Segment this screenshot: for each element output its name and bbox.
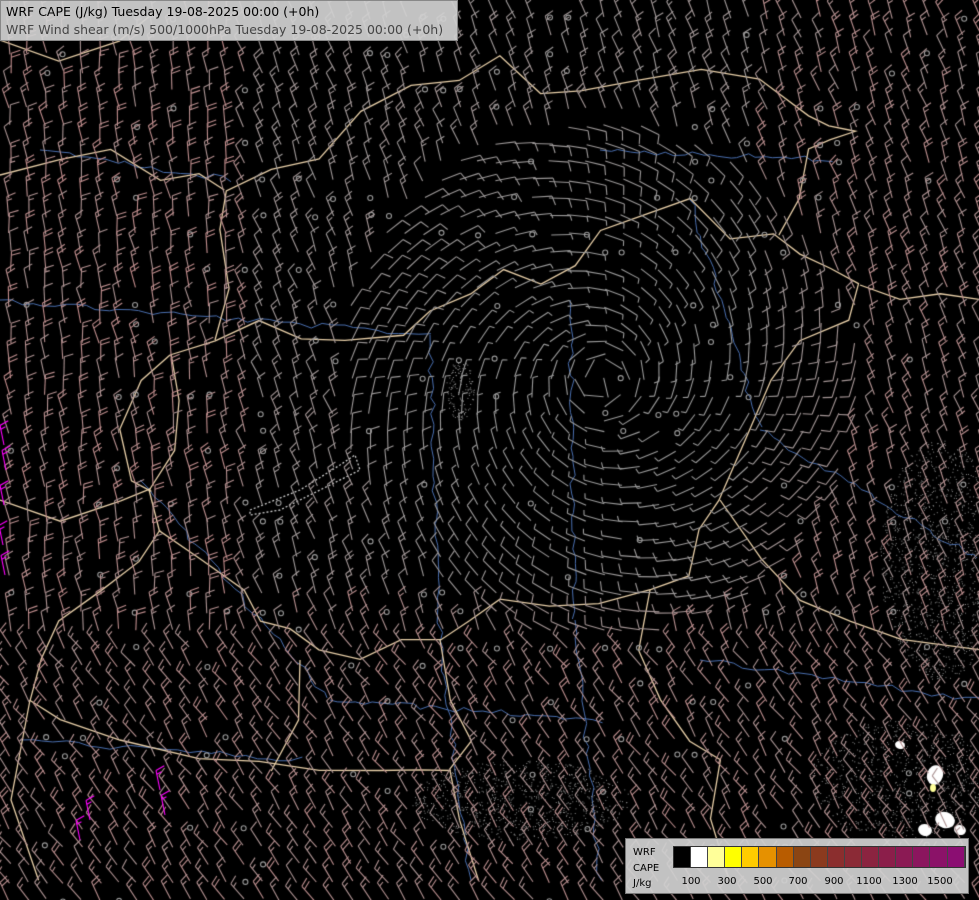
legend-tick: 700 [788,876,808,887]
legend-tick: 1500 [927,876,953,887]
legend-tick: 1100 [856,876,882,887]
legend-tick: 300 [717,876,737,887]
legend-swatch [742,847,760,867]
legend-tick-labels: 100 300 500 700 900 1100 1300 1500 [673,876,968,890]
legend-swatch [896,847,914,867]
legend-swatch [827,847,845,867]
legend-swatch [725,847,743,867]
legend-swatch [930,847,948,867]
legend-tick: 100 [681,876,701,887]
legend-label-3: J/kg [633,878,652,889]
title-wind-shear: WRF Wind shear (m/s) 500/1000hPa Tuesday… [6,22,444,37]
legend-swatch [862,847,880,867]
legend-swatch [879,847,897,867]
legend-swatch [691,847,709,867]
legend-tick: 1300 [892,876,918,887]
title-cape: WRF CAPE (J/kg) Tuesday 19-08-2025 00:00… [6,4,320,19]
legend-tick: 500 [753,876,773,887]
legend-color-scale [673,846,966,868]
legend-swatch [810,847,828,867]
legend-swatch [674,847,692,867]
title-box: WRF CAPE (J/kg) Tuesday 19-08-2025 00:00… [0,0,458,41]
legend-swatch [947,847,965,867]
legend-swatch [776,847,794,867]
legend-label-2: CAPE [633,863,660,874]
legend-swatch [844,847,863,867]
legend-swatch [913,847,931,867]
legend-tick: 900 [824,876,844,887]
legend-label-1: WRF [633,847,656,858]
legend-swatch [759,847,777,867]
legend-swatch [793,847,811,867]
legend-swatch [708,847,726,867]
cape-legend: WRF CAPE J/kg 100 300 500 700 900 1100 1300 150… [625,838,969,894]
map-canvas [0,0,979,900]
